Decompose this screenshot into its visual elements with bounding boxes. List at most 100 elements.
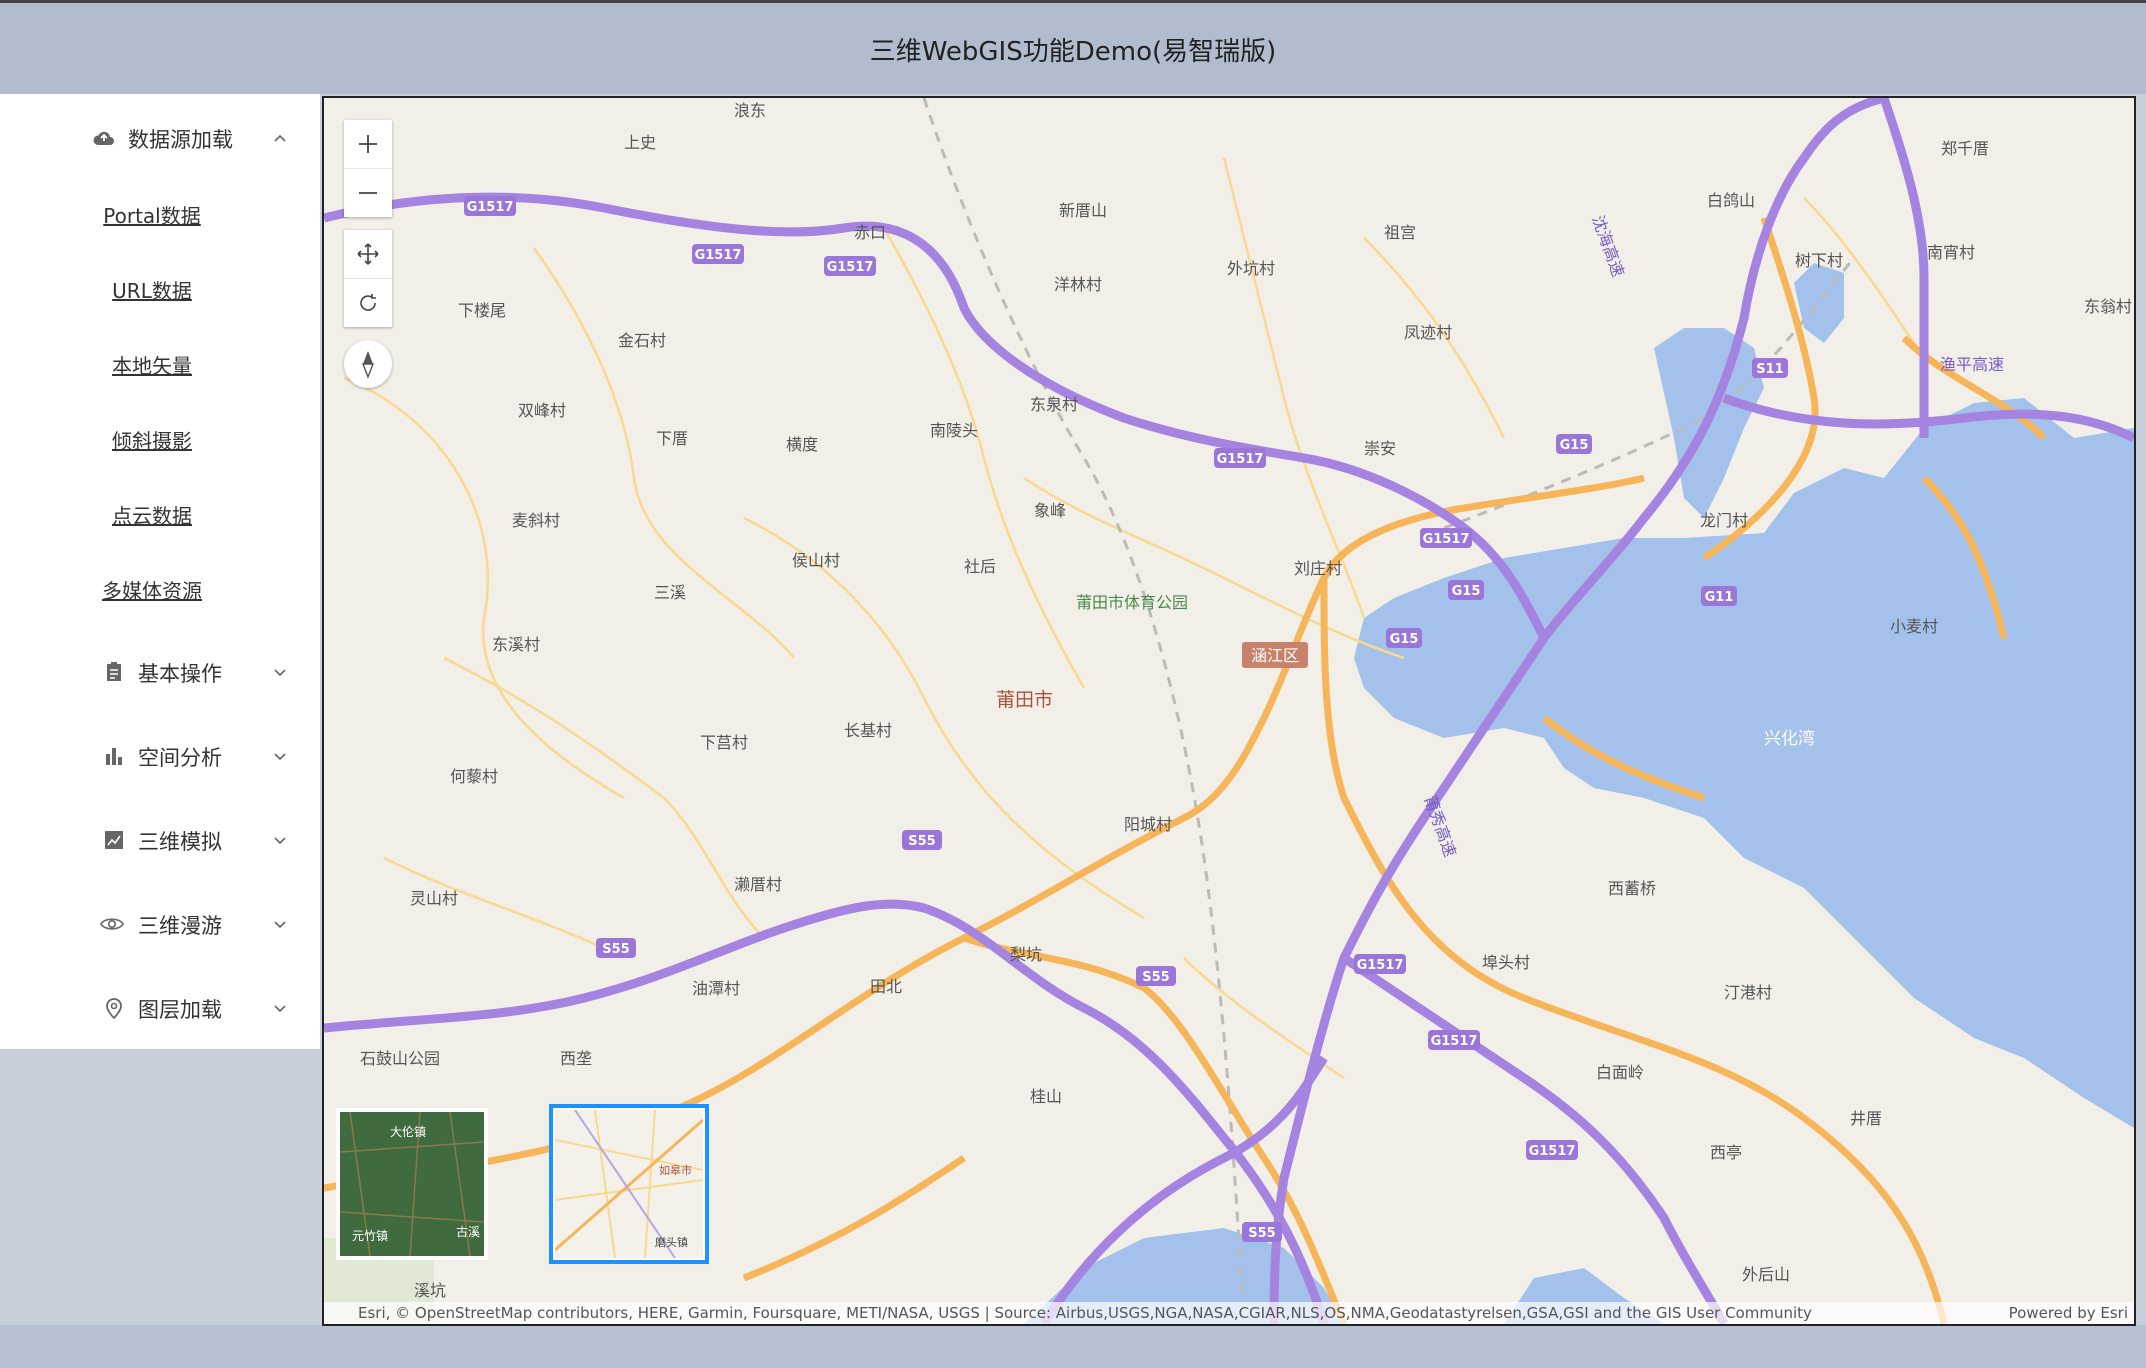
basemap-imagery-thumbnail[interactable]: 大伦镇 元竹镇 古溪 xyxy=(336,1108,488,1260)
svg-text:油潭村: 油潭村 xyxy=(692,979,740,998)
svg-text:西蓄桥: 西蓄桥 xyxy=(1608,879,1656,898)
svg-text:G1517: G1517 xyxy=(1357,958,1404,973)
map-attribution: Esri, © OpenStreetMap contributors, HERE… xyxy=(324,1302,2134,1324)
app-title: 三维WebGIS功能Demo(易智瑞版) xyxy=(869,37,1277,67)
svg-text:东翁村: 东翁村 xyxy=(2084,297,2132,316)
app-header: 三维WebGIS功能Demo(易智瑞版) xyxy=(0,0,2146,94)
clipboard-icon xyxy=(107,662,121,681)
sub-item-point-cloud[interactable]: 点云数据 xyxy=(0,500,312,529)
svg-text:G1517: G1517 xyxy=(695,248,742,263)
menu-layer-loading-label: 图层加载 xyxy=(138,998,222,1022)
svg-text:莆田市: 莆田市 xyxy=(996,689,1053,711)
chevron-down-icon xyxy=(274,921,286,929)
compass-button[interactable] xyxy=(344,340,392,388)
svg-text:G15: G15 xyxy=(1560,438,1589,453)
svg-text:G1517: G1517 xyxy=(1529,1144,1576,1159)
svg-text:双峰村: 双峰村 xyxy=(518,401,566,420)
svg-text:龙门村: 龙门村 xyxy=(1700,511,1748,530)
navigation-toggle xyxy=(344,230,392,327)
chevron-up-icon xyxy=(274,134,286,142)
svg-text:兴化湾: 兴化湾 xyxy=(1764,729,1815,749)
svg-text:西亭: 西亭 xyxy=(1710,1143,1742,1162)
menu-3d-roaming[interactable]: 三维漫游 xyxy=(0,904,320,944)
sub-item-multimedia[interactable]: 多媒体资源 xyxy=(0,575,312,604)
chevron-down-icon xyxy=(274,753,286,761)
svg-text:祖宫: 祖宫 xyxy=(1384,223,1416,242)
menu-layer-loading[interactable]: 图层加载 xyxy=(0,988,320,1028)
svg-text:G1517: G1517 xyxy=(827,260,874,275)
svg-text:金石村: 金石村 xyxy=(618,331,666,350)
svg-text:磨头镇: 磨头镇 xyxy=(655,1235,688,1249)
svg-text:外后山: 外后山 xyxy=(1742,1265,1790,1284)
svg-text:元竹镇: 元竹镇 xyxy=(352,1229,388,1243)
svg-text:S55: S55 xyxy=(908,834,935,849)
menu-spatial-analysis[interactable]: 空间分析 xyxy=(0,736,320,776)
sub-item-url[interactable]: URL数据 xyxy=(0,275,312,304)
powered-by-link[interactable]: Powered by Esri xyxy=(2009,1304,2128,1322)
menu-3d-roaming-label: 三维漫游 xyxy=(138,914,222,938)
cloud-icon xyxy=(93,131,114,145)
svg-text:郑千厝: 郑千厝 xyxy=(1941,139,1989,158)
svg-text:浪东: 浪东 xyxy=(734,101,766,120)
svg-text:大伦镇: 大伦镇 xyxy=(390,1124,426,1139)
svg-text:G15: G15 xyxy=(1452,584,1481,599)
svg-text:麦斜村: 麦斜村 xyxy=(512,511,560,530)
svg-text:下厝: 下厝 xyxy=(656,429,688,448)
svg-text:埠头村: 埠头村 xyxy=(1482,953,1530,972)
svg-text:如皋市: 如皋市 xyxy=(659,1163,692,1177)
svg-text:树下村: 树下村 xyxy=(1795,251,1843,270)
svg-text:G15: G15 xyxy=(1390,632,1419,647)
sub-item-local-vector[interactable]: 本地矢量 xyxy=(0,350,312,379)
svg-text:G11: G11 xyxy=(1705,590,1734,605)
bar-chart-icon xyxy=(106,748,122,765)
compass-icon xyxy=(361,351,375,379)
svg-text:S55: S55 xyxy=(1248,1226,1275,1241)
menu-3d-simulation[interactable]: 三维模拟 xyxy=(0,820,320,860)
minus-icon xyxy=(359,192,377,194)
chevron-down-icon xyxy=(274,669,286,677)
svg-text:梨坑: 梨坑 xyxy=(1010,945,1042,964)
menu-basic-ops[interactable]: 基本操作 xyxy=(0,652,320,692)
svg-text:阳城村: 阳城村 xyxy=(1124,815,1172,834)
basemap-street-thumbnail[interactable]: 如皋市 磨头镇 xyxy=(549,1104,709,1264)
svg-text:G1517: G1517 xyxy=(1217,452,1264,467)
map-view[interactable]: G1517 G1517 G1517 G1517 G1517 G15 G15 G1… xyxy=(322,96,2136,1326)
svg-text:南宵村: 南宵村 xyxy=(1927,243,1975,262)
svg-text:凤迹村: 凤迹村 xyxy=(1404,323,1452,342)
svg-text:S55: S55 xyxy=(1142,970,1169,985)
svg-text:象峰: 象峰 xyxy=(1034,501,1066,520)
move-arrows-icon xyxy=(357,243,379,265)
zoom-out-button[interactable] xyxy=(344,169,392,217)
svg-text:西垄: 西垄 xyxy=(560,1049,592,1068)
svg-text:社后: 社后 xyxy=(964,557,996,576)
svg-text:白鸽山: 白鸽山 xyxy=(1707,191,1755,210)
pan-mode-button[interactable] xyxy=(344,230,392,279)
svg-text:G1517: G1517 xyxy=(1423,532,1470,547)
svg-text:灵山村: 灵山村 xyxy=(410,889,458,908)
svg-text:桂山: 桂山 xyxy=(1030,1087,1062,1106)
svg-text:S11: S11 xyxy=(1756,362,1783,377)
svg-text:横度: 横度 xyxy=(786,435,818,454)
sub-item-portal[interactable]: Portal数据 xyxy=(0,200,312,229)
svg-text:三溪: 三溪 xyxy=(654,583,686,602)
chevron-down-icon xyxy=(274,1005,286,1013)
sub-item-oblique[interactable]: 倾斜摄影 xyxy=(0,425,312,454)
line-chart-icon xyxy=(105,831,123,849)
menu-data-source[interactable]: 数据源加载 xyxy=(0,118,320,158)
rotate-icon xyxy=(360,294,376,311)
svg-text:涵江区: 涵江区 xyxy=(1251,646,1299,665)
sidebar: 数据源加载 Portal数据 URL数据 本地矢量 倾斜摄影 点云数据 多媒体资… xyxy=(0,94,320,1049)
zoom-in-button[interactable] xyxy=(344,120,392,169)
svg-text:汀港村: 汀港村 xyxy=(1724,983,1772,1002)
svg-text:下楼尾: 下楼尾 xyxy=(458,301,506,320)
svg-text:南陵头: 南陵头 xyxy=(930,421,978,440)
svg-text:新厝山: 新厝山 xyxy=(1059,201,1107,220)
chevron-down-icon xyxy=(274,837,286,845)
svg-text:渔平高速: 渔平高速 xyxy=(1940,355,2004,374)
svg-text:侯山村: 侯山村 xyxy=(792,551,840,570)
svg-text:莆田市体育公园: 莆田市体育公园 xyxy=(1076,593,1188,612)
svg-text:崇安: 崇安 xyxy=(1364,439,1396,458)
menu-spatial-analysis-label: 空间分析 xyxy=(138,746,222,770)
rotate-mode-button[interactable] xyxy=(344,279,392,327)
svg-text:外坑村: 外坑村 xyxy=(1227,259,1275,278)
